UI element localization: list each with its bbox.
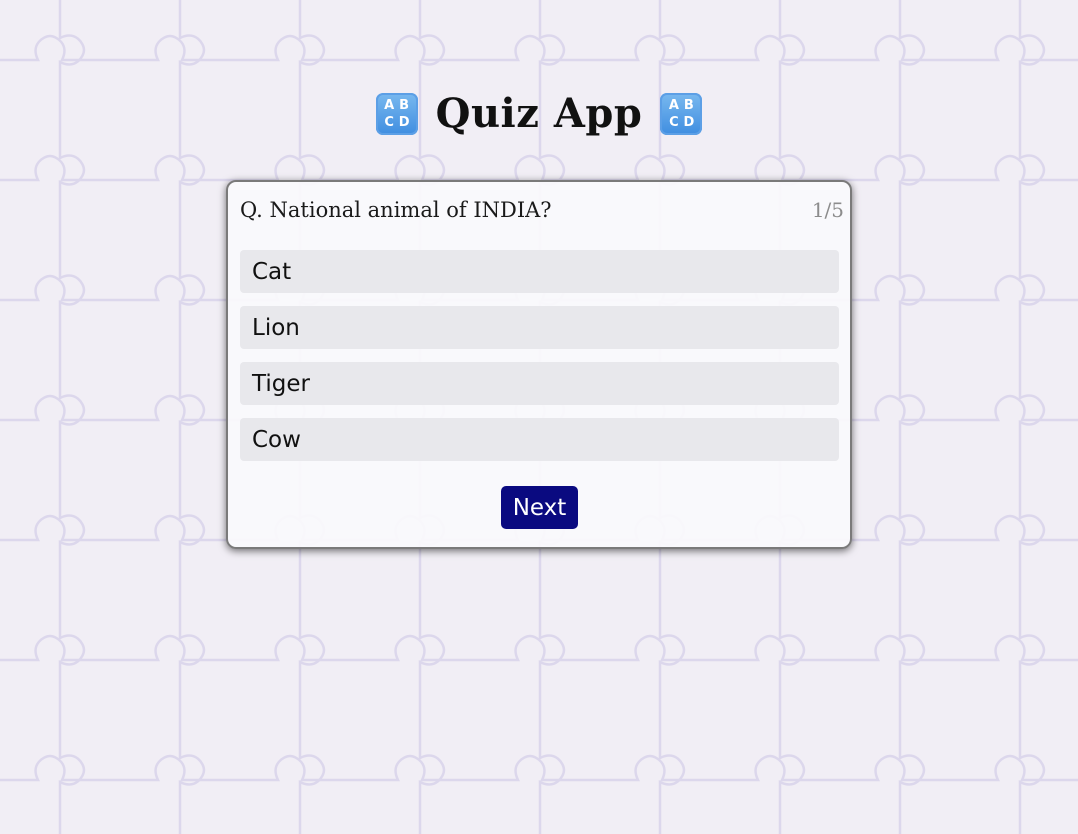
icon-letter: C (669, 114, 679, 130)
icon-letter: A (668, 97, 679, 113)
quiz-card: Q. National animal of INDIA? 1/5 Cat Lio… (226, 180, 852, 549)
question-text: Q. National animal of INDIA? (240, 198, 552, 222)
icon-letter: A (384, 97, 395, 113)
answer-option-tiger[interactable]: Tiger (240, 362, 839, 405)
answer-option-cow[interactable]: Cow (240, 418, 839, 461)
question-header: Q. National animal of INDIA? 1/5 (240, 198, 844, 222)
next-button[interactable]: Next (501, 486, 578, 529)
icon-letter: B (683, 97, 694, 113)
icon-letter: D (398, 114, 410, 130)
icon-letter: B (399, 97, 410, 113)
answer-option-lion[interactable]: Lion (240, 306, 839, 349)
quiz-page: A B C D Quiz App A B C D Q. National ani… (0, 0, 1078, 834)
app-title: Quiz App (435, 90, 643, 137)
question-progress: 1/5 (811, 198, 844, 222)
abcd-input-icon-left: A B C D (375, 92, 418, 135)
answer-option-cat[interactable]: Cat (240, 250, 839, 293)
icon-letter: C (384, 114, 394, 130)
abcd-input-icon-right: A B C D (660, 92, 703, 135)
app-header: A B C D Quiz App A B C D (0, 90, 1078, 137)
icon-letter: D (683, 114, 695, 130)
answer-options: Cat Lion Tiger Cow (240, 250, 839, 474)
